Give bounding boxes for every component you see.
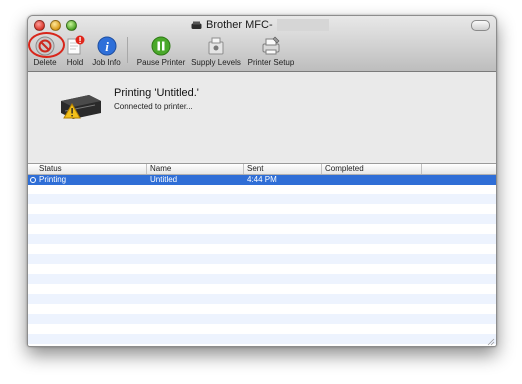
printer-queue-window: Brother MFC- Delete Hold i Job Info Paus… [27, 15, 497, 347]
hold-button[interactable]: Hold [61, 35, 89, 67]
table-header: Status Name Sent Completed [28, 164, 496, 175]
titlebar-toolbar: Brother MFC- Delete Hold i Job Info Paus… [28, 16, 496, 72]
minimize-window-button[interactable] [50, 20, 61, 31]
zoom-window-button[interactable] [66, 20, 77, 31]
svg-text:i: i [105, 39, 109, 54]
pause-printer-label: Pause Printer [136, 58, 186, 67]
column-header-name[interactable]: Name [147, 164, 244, 174]
pause-printer-button[interactable]: Pause Printer [136, 35, 186, 67]
printing-status-icon [30, 177, 36, 183]
info-icon: i [96, 35, 118, 57]
supply-levels-button[interactable]: Supply Levels [190, 35, 242, 67]
pause-icon [150, 35, 172, 57]
column-header-status[interactable]: Status [36, 164, 147, 174]
table-row[interactable]: Printing Untitled 4:44 PM [28, 175, 496, 185]
window-title-text: Brother MFC- [206, 19, 273, 31]
column-header-completed[interactable]: Completed [322, 164, 422, 174]
delete-label: Delete [33, 58, 57, 67]
printer-warning-icon [61, 95, 101, 119]
resize-grip-icon[interactable] [487, 338, 495, 346]
job-queue-table: Status Name Sent Completed Printing Unti… [28, 163, 496, 346]
job-info-label: Job Info [92, 58, 121, 67]
status-title: Printing 'Untitled.' [114, 87, 199, 99]
column-header-sent[interactable]: Sent [244, 164, 322, 174]
supply-levels-icon [205, 35, 227, 57]
toolbar-toggle-button[interactable] [471, 20, 490, 31]
cell-sent: 4:44 PM [247, 175, 277, 184]
printer-status-panel: Printing 'Untitled.' Connected to printe… [28, 72, 496, 161]
hold-label: Hold [66, 58, 84, 67]
supply-levels-label: Supply Levels [191, 58, 241, 67]
window-controls [34, 20, 77, 31]
annotation-circle [28, 32, 65, 58]
printer-setup-button[interactable]: Printer Setup [246, 35, 296, 67]
cell-name: Untitled [150, 175, 178, 184]
window-title: Brother MFC- [191, 19, 329, 31]
status-subtitle: Connected to printer... [114, 102, 193, 111]
cell-status: Printing [39, 175, 67, 184]
redacted-model-name [276, 19, 329, 31]
hold-icon [64, 35, 86, 57]
printer-setup-icon [260, 35, 282, 57]
job-info-button[interactable]: i Job Info [90, 35, 123, 67]
printer-small-icon [191, 21, 202, 29]
close-window-button[interactable] [34, 20, 45, 31]
toolbar-divider [127, 37, 128, 63]
printer-setup-label: Printer Setup [247, 58, 295, 67]
